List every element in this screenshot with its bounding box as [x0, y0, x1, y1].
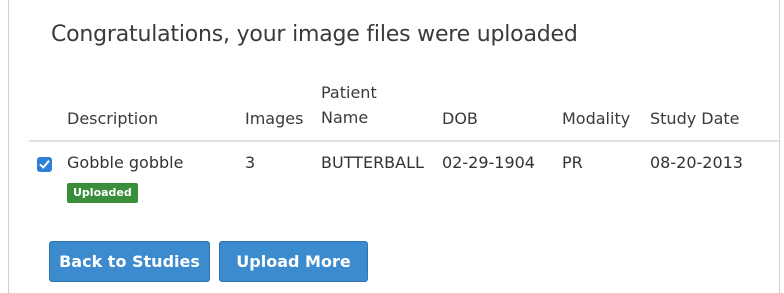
table-header-divider: [29, 140, 779, 142]
column-header-patient-name: Patient Name: [321, 80, 377, 130]
column-header-dob: DOB: [442, 109, 478, 128]
cell-dob: 02-29-1904: [442, 153, 535, 172]
upload-more-button[interactable]: Upload More: [219, 241, 368, 282]
cell-images: 3: [245, 153, 256, 172]
cell-modality: PR: [562, 153, 583, 172]
column-header-modality: Modality: [562, 109, 631, 128]
status-badge: Uploaded: [67, 183, 138, 203]
column-header-images: Images: [245, 109, 304, 128]
column-header-description: Description: [67, 109, 159, 128]
row-select-checkbox[interactable]: [37, 157, 52, 172]
checkmark-icon: [39, 160, 50, 169]
column-header-patient-name-line2: Name: [321, 108, 369, 127]
page-title: Congratulations, your image files were u…: [51, 22, 578, 47]
column-header-patient-name-line1: Patient: [321, 83, 377, 102]
column-header-study-date: Study Date: [650, 109, 740, 128]
back-to-studies-button[interactable]: Back to Studies: [49, 241, 210, 282]
cell-description: Gobble gobble: [67, 153, 184, 172]
cell-study-date: 08-20-2013: [650, 153, 743, 172]
cell-patient-name: BUTTERBALL: [321, 153, 424, 172]
upload-complete-panel: Congratulations, your image files were u…: [8, 0, 780, 293]
